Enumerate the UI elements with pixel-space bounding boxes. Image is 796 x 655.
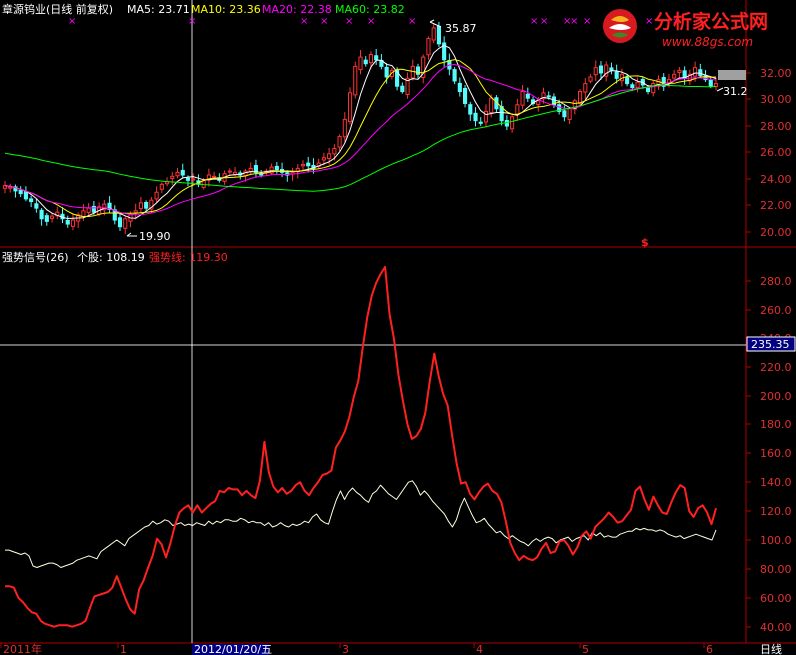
ind-tick-label: 280.0	[760, 275, 792, 288]
price-tick-label: 26.00	[760, 146, 792, 159]
period-label: 日线	[760, 642, 782, 655]
candle	[353, 61, 358, 99]
strong-value-legend: 强势线: 119.30	[149, 250, 228, 264]
crosshair-value-box: 235.35	[746, 336, 796, 352]
signal-cross: ×	[367, 16, 375, 27]
signal-cross: ×	[320, 16, 328, 27]
price-tick-label: 20.00	[760, 226, 792, 239]
signal-cross: ×	[645, 16, 653, 27]
crosshair-date: 2012/01/20/五	[194, 643, 272, 655]
high-label: 35.87	[445, 22, 477, 35]
x-label-3: 3	[342, 643, 349, 655]
ind-tick-label: 140.0	[760, 476, 792, 489]
ma5-legend: MA5: 23.71	[127, 3, 190, 16]
x-label-6: 6	[706, 643, 713, 655]
signal-cross: ×	[345, 16, 353, 27]
ind-tick-label: 80.00	[760, 563, 792, 576]
price-tick-label: 24.00	[760, 173, 792, 186]
low-label: 19.90	[139, 230, 171, 243]
site-name: 分析家公式网	[654, 10, 768, 33]
site-url: www.88gs.com	[662, 35, 753, 49]
ind-tick-label: 180.0	[760, 418, 792, 431]
ind-tick-label: 100.0	[760, 534, 792, 547]
last-price-marker	[718, 70, 746, 80]
price-tick-label: 22.00	[760, 199, 792, 212]
stock-title: 章源钨业(日线 前复权)	[2, 2, 113, 16]
x-label-2011: 2011年	[3, 642, 42, 655]
signal-cross: ×	[570, 16, 578, 27]
candle	[347, 87, 353, 125]
x-label-4: 4	[476, 643, 483, 655]
signal-cross: ×	[408, 16, 416, 27]
signal-dollar-mark: $	[641, 236, 649, 249]
ind-tick-label: 160.0	[760, 447, 792, 460]
ind-tick-label: 220.0	[760, 361, 792, 374]
signal-cross: ×	[68, 16, 76, 27]
signal-cross: ×	[300, 16, 308, 27]
ind-tick-label: 120.0	[760, 505, 792, 518]
stock-value-legend: 个股: 108.19	[77, 251, 145, 264]
x-label-1: 1	[120, 643, 127, 655]
ma10-legend: MA10: 23.36	[191, 3, 261, 16]
ind-tick-label: 40.00	[760, 621, 792, 634]
signal-cross: ×	[188, 16, 196, 27]
crosshair-value: 235.35	[751, 338, 790, 351]
price-tick-label: 32.00	[760, 67, 792, 80]
price-tick-label: 30.00	[760, 93, 792, 106]
stock-chart: ×××××××××××××××× 章源钨业(日线 前复权) MA5: 23.71…	[0, 0, 796, 655]
ma60-legend: MA60: 23.82	[335, 3, 405, 16]
indicator-title: 强势信号(26)	[2, 251, 69, 264]
signal-cross: ×	[583, 16, 591, 27]
ind-tick-label: 200.0	[760, 390, 792, 403]
price-tick-label: 28.00	[760, 120, 792, 133]
x-label-5: 5	[582, 643, 589, 655]
signal-cross: ×	[540, 16, 548, 27]
background	[0, 0, 796, 655]
ma20-legend: MA20: 22.38	[262, 3, 332, 16]
ind-tick-label: 60.00	[760, 592, 792, 605]
signal-cross: ×	[530, 16, 538, 27]
ind-tick-label: 260.0	[760, 304, 792, 317]
last-label: 31.2	[723, 85, 748, 98]
